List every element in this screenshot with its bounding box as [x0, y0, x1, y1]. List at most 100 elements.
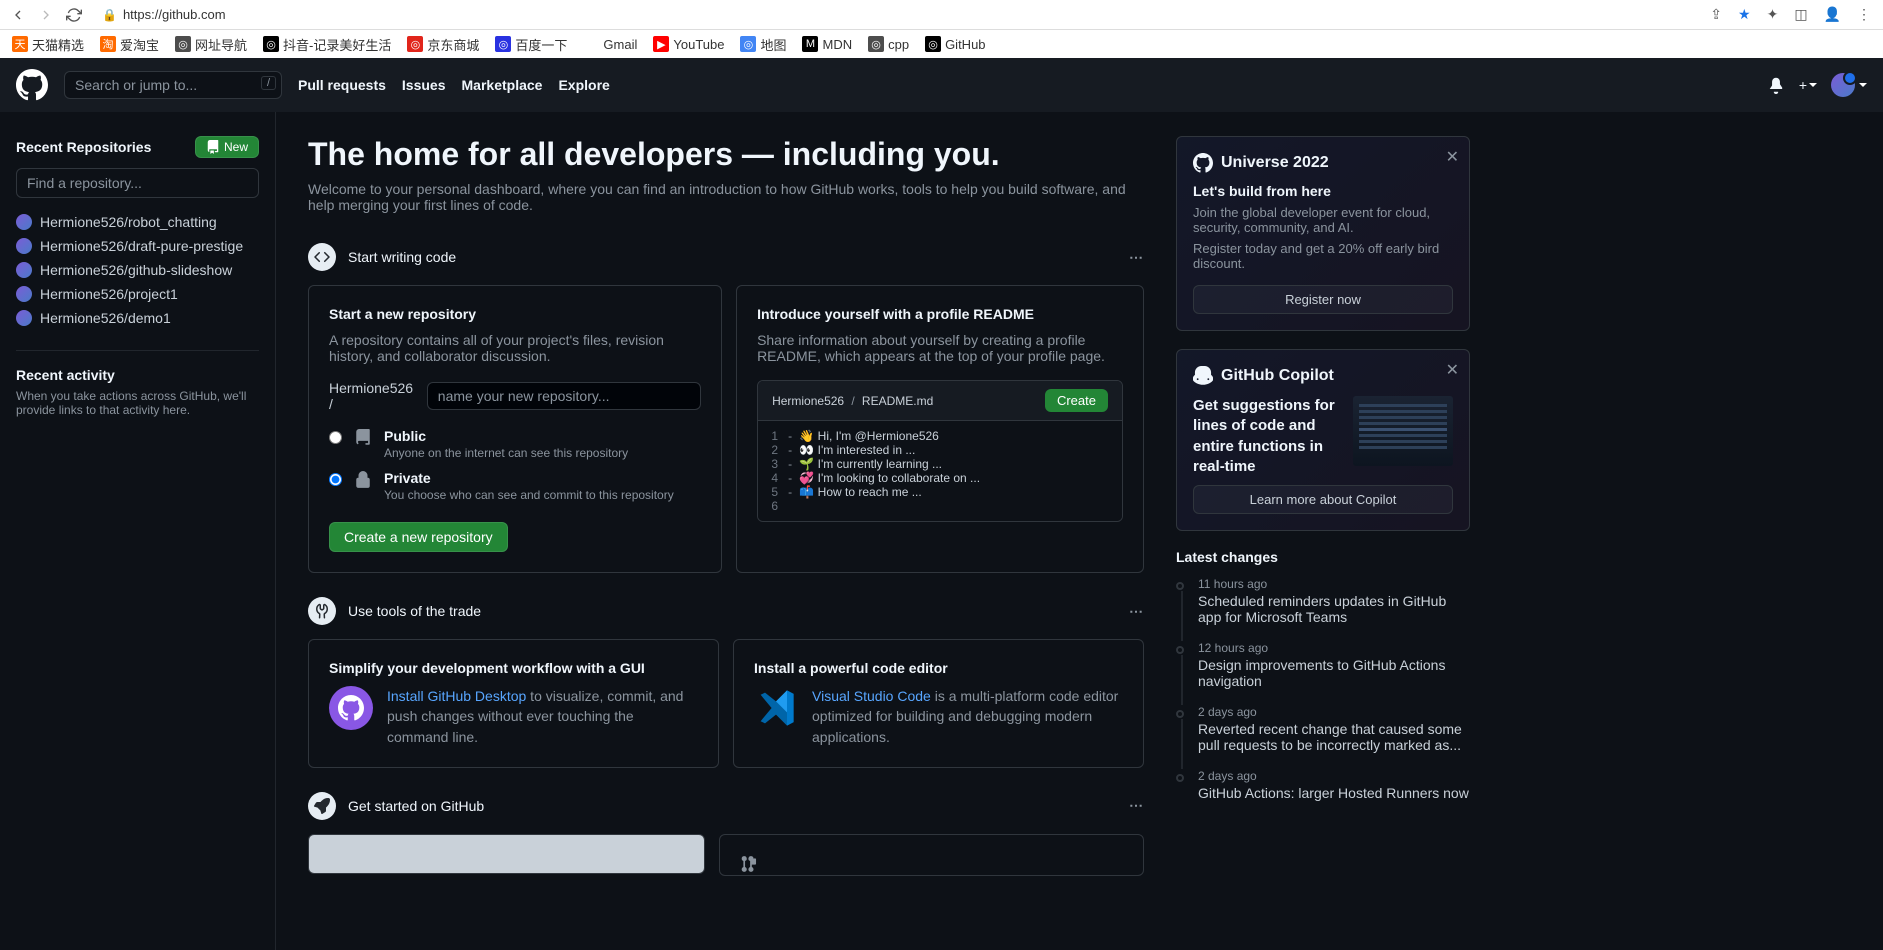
bookmark-item[interactable]: 淘爱淘宝: [100, 35, 159, 54]
repo-item[interactable]: Hermione526/draft-pure-prestige: [16, 234, 259, 258]
bookmark-star-icon[interactable]: ★: [1734, 6, 1755, 23]
new-repo-button[interactable]: New: [195, 136, 259, 158]
visibility-private[interactable]: PrivateYou choose who can see and commit…: [329, 470, 701, 502]
bookmark-item[interactable]: ◎百度一下: [495, 35, 567, 54]
close-icon[interactable]: ✕: [1446, 360, 1459, 380]
bookmark-label: Gmail: [603, 37, 637, 52]
bookmark-label: 抖音-记录美好生活: [283, 35, 391, 54]
bookmark-favicon: 淘: [100, 36, 116, 52]
repo-link[interactable]: Hermione526/robot_chatting: [40, 214, 217, 230]
bookmark-item[interactable]: ◎cpp: [868, 36, 909, 52]
bookmark-item[interactable]: ◎网址导航: [175, 35, 247, 54]
global-search[interactable]: /: [64, 71, 282, 99]
close-icon[interactable]: ✕: [1446, 147, 1459, 167]
code-icon: [308, 243, 336, 271]
copilot-promo: ✕ GitHub Copilot Get suggestions for lin…: [1176, 349, 1470, 531]
public-radio[interactable]: [329, 431, 342, 444]
github-header: / Pull requestsIssuesMarketplaceExplore …: [0, 58, 1883, 112]
bookmark-item[interactable]: ▶YouTube: [653, 36, 724, 52]
card-desc: Share information about yourself by crea…: [757, 332, 1123, 364]
profile-icon[interactable]: 👤: [1820, 6, 1845, 23]
getting-started-card-right: [719, 834, 1144, 876]
repo-item[interactable]: Hermione526/robot_chatting: [16, 210, 259, 234]
change-time: 11 hours ago: [1198, 577, 1470, 591]
bookmark-item[interactable]: ◎GitHub: [925, 36, 985, 52]
change-item[interactable]: 2 days agoReverted recent change that ca…: [1176, 705, 1470, 753]
repo-avatar: [16, 262, 32, 278]
tools-icon: [308, 597, 336, 625]
github-logo-icon[interactable]: [16, 69, 48, 101]
nav-link[interactable]: Issues: [402, 77, 446, 93]
card-title: Simplify your development workflow with …: [329, 660, 698, 676]
repo-name-input[interactable]: [427, 382, 701, 410]
repo-link[interactable]: Hermione526/draft-pure-prestige: [40, 238, 243, 254]
bookmark-favicon: ◎: [263, 36, 279, 52]
url-text: https://github.com: [123, 7, 226, 22]
add-dropdown[interactable]: +: [1799, 77, 1817, 93]
change-item[interactable]: 2 days agoGitHub Actions: larger Hosted …: [1176, 769, 1470, 801]
tool-text: Visual Studio Code is a multi-platform c…: [812, 686, 1123, 747]
address-bar[interactable]: 🔒 https://github.com: [92, 3, 1698, 27]
bookmark-item[interactable]: ◎地图: [740, 35, 786, 54]
nav-link[interactable]: Pull requests: [298, 77, 386, 93]
repo-link[interactable]: Hermione526/project1: [40, 286, 178, 302]
nav-link[interactable]: Explore: [558, 77, 609, 93]
reload-button[interactable]: [64, 5, 84, 25]
universe-subtitle: Let's build from here: [1193, 183, 1453, 199]
user-avatar-dropdown[interactable]: [1831, 73, 1867, 97]
panel-icon[interactable]: ◫: [1790, 6, 1811, 23]
bookmark-item[interactable]: MGmail: [583, 36, 637, 52]
recent-repos-title: Recent Repositories: [16, 139, 151, 155]
share-icon[interactable]: ⇪: [1706, 6, 1726, 23]
bookmark-item[interactable]: ◎京东商城: [407, 35, 479, 54]
bookmark-item[interactable]: 天天猫精选: [12, 35, 84, 54]
visibility-public[interactable]: PublicAnyone on the internet can see thi…: [329, 428, 701, 460]
copilot-learn-button[interactable]: Learn more about Copilot: [1193, 485, 1453, 514]
change-item[interactable]: 11 hours agoScheduled reminders updates …: [1176, 577, 1470, 625]
repo-item[interactable]: Hermione526/demo1: [16, 306, 259, 330]
timeline-dot: [1176, 710, 1184, 718]
bookmark-label: 天猫精选: [32, 35, 84, 54]
change-item[interactable]: 12 hours agoDesign improvements to GitHu…: [1176, 641, 1470, 689]
timeline-dot: [1176, 774, 1184, 782]
forward-button[interactable]: [36, 5, 56, 25]
back-button[interactable]: [8, 5, 28, 25]
private-radio[interactable]: [329, 473, 342, 486]
main-feed: The home for all developers — including …: [276, 112, 1176, 950]
repo-link[interactable]: Hermione526/demo1: [40, 310, 171, 326]
repo-item[interactable]: Hermione526/github-slideshow: [16, 258, 259, 282]
search-input[interactable]: [64, 71, 282, 99]
extensions-icon[interactable]: ✦: [1763, 6, 1783, 23]
menu-icon[interactable]: ⋮: [1853, 6, 1875, 23]
bookmark-label: cpp: [888, 37, 909, 52]
section-menu-icon[interactable]: ⋯: [1129, 603, 1144, 620]
repo-avatar: [16, 214, 32, 230]
create-readme-button[interactable]: Create: [1045, 389, 1108, 412]
line-number: 5: [758, 485, 788, 499]
card-title: Install a powerful code editor: [754, 660, 1123, 676]
repo-item[interactable]: Hermione526/project1: [16, 282, 259, 306]
bookmark-item[interactable]: MMDN: [802, 36, 852, 52]
line-text: - 📫 How to reach me ...: [788, 485, 922, 499]
rocket-icon: [308, 792, 336, 820]
section-menu-icon[interactable]: ⋯: [1129, 249, 1144, 266]
card-desc: A repository contains all of your projec…: [329, 332, 701, 364]
line-text: - 👀 I'm interested in ...: [788, 443, 915, 457]
section-menu-icon[interactable]: ⋯: [1129, 797, 1144, 814]
pr-icon: [740, 855, 758, 873]
repo-list: Hermione526/robot_chatting Hermione526/dr…: [16, 210, 259, 330]
repo-link[interactable]: Hermione526/github-slideshow: [40, 262, 232, 278]
bell-icon[interactable]: [1767, 76, 1785, 94]
desktop-link[interactable]: Install GitHub Desktop: [387, 688, 526, 704]
create-repo-button[interactable]: Create a new repository: [329, 522, 508, 552]
bookmark-item[interactable]: ◎抖音-记录美好生活: [263, 35, 391, 54]
register-button[interactable]: Register now: [1193, 285, 1453, 314]
recent-activity-desc: When you take actions across GitHub, we'…: [16, 389, 259, 417]
vscode-link[interactable]: Visual Studio Code: [812, 688, 931, 704]
readme-line: 2- 👀 I'm interested in ...: [758, 443, 1122, 457]
github-logo-icon: [1193, 153, 1213, 173]
find-repo-input[interactable]: [16, 168, 259, 198]
copilot-title: GitHub Copilot: [1221, 367, 1334, 385]
nav-link[interactable]: Marketplace: [462, 77, 543, 93]
bookmark-label: 爱淘宝: [120, 35, 159, 54]
